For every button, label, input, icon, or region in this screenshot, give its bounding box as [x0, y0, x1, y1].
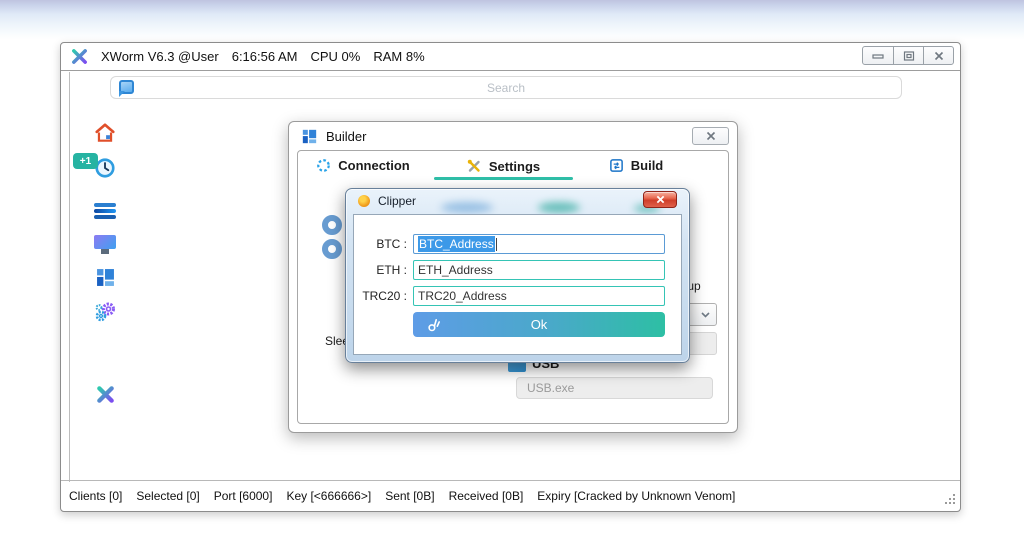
active-tab-underline	[434, 177, 573, 180]
close-icon	[934, 51, 944, 61]
monitor-icon	[94, 235, 116, 249]
toggle-ring-icon[interactable]	[322, 239, 342, 259]
tab-build[interactable]: Build	[576, 158, 696, 173]
glass-blur-blob	[538, 202, 580, 213]
app-title: XWorm V6.3 @User	[101, 49, 219, 64]
maximize-button[interactable]	[893, 47, 923, 64]
tab-settings[interactable]: Settings	[443, 158, 563, 174]
top-chrome-band	[0, 0, 1024, 40]
chevron-down-icon	[701, 312, 710, 318]
ram-readout: RAM 8%	[373, 49, 424, 64]
close-icon	[656, 195, 665, 204]
status-received: Received [0B]	[449, 489, 524, 503]
gears-icon	[94, 301, 116, 323]
toggle-ring-icon[interactable]	[322, 215, 342, 235]
sidebar-item-apps[interactable]	[92, 264, 118, 290]
builder-close-button[interactable]	[692, 127, 729, 145]
tiles-icon	[96, 268, 115, 287]
builder-title: Builder	[326, 129, 366, 144]
btc-address-input[interactable]: BTC_Address	[413, 234, 665, 254]
eth-address-input[interactable]	[413, 260, 665, 280]
status-clients: Clients [0]	[69, 489, 122, 503]
xworm-x-icon	[95, 384, 116, 405]
close-button[interactable]	[923, 47, 953, 64]
status-sent: Sent [0B]	[385, 489, 434, 503]
btc-label: BTC :	[356, 237, 407, 251]
ok-button-label: Ok	[531, 317, 548, 332]
screen: XWorm V6.3 @User 6:16:56 AM CPU 0% RAM 8…	[0, 0, 1024, 554]
status-port: Port [6000]	[214, 489, 273, 503]
clipper-app-icon	[358, 195, 370, 207]
trc20-label: TRC20 :	[356, 289, 407, 303]
search-bar	[110, 76, 902, 99]
tab-label: Build	[631, 158, 664, 173]
status-key: Key [<666666>]	[286, 489, 371, 503]
clipper-dialog: Clipper BTC : BTC_Address ETH : TRC20 :	[345, 188, 690, 363]
sidebar-item-home[interactable]	[92, 120, 118, 146]
minimize-icon	[872, 51, 884, 61]
eth-label: ETH :	[356, 263, 407, 277]
tab-connection[interactable]: Connection	[303, 158, 423, 173]
selected-text: BTC_Address	[418, 236, 495, 252]
tools-icon	[466, 158, 482, 174]
maximize-icon	[903, 51, 915, 61]
xworm-logo-icon	[71, 48, 88, 65]
tab-label: Connection	[338, 158, 410, 173]
minimize-button[interactable]	[863, 47, 893, 64]
trc20-address-input[interactable]	[413, 286, 665, 306]
clipper-close-button[interactable]	[643, 191, 677, 208]
status-selected: Selected [0]	[136, 489, 199, 503]
ok-button[interactable]: Ok	[413, 312, 665, 337]
resize-grip[interactable]	[943, 494, 955, 506]
glass-blur-blob	[441, 202, 493, 213]
clock-readout: 6:16:56 AM	[232, 49, 298, 64]
window-controls	[862, 46, 954, 65]
menu-bars-icon	[94, 203, 116, 219]
tab-label: Settings	[489, 159, 540, 174]
builder-titlebar: Builder	[289, 122, 737, 150]
search-input[interactable]	[110, 76, 902, 99]
usb-filename-input[interactable]	[516, 377, 713, 399]
dashed-circle-icon	[316, 158, 331, 173]
ok-hand-icon	[427, 317, 442, 332]
window-titlebar: XWorm V6.3 @User 6:16:56 AM CPU 0% RAM 8…	[61, 43, 960, 71]
clipper-title: Clipper	[378, 194, 416, 208]
xworm-main-window: XWorm V6.3 @User 6:16:56 AM CPU 0% RAM 8…	[60, 42, 961, 512]
sidebar-item-monitor[interactable]	[92, 229, 118, 255]
sidebar-item-automation[interactable]	[92, 299, 118, 325]
sidebar-brand-logo	[92, 381, 118, 407]
chat-bubble-icon	[119, 80, 134, 94]
sidebar-item-list[interactable]	[92, 198, 118, 224]
text-caret	[496, 238, 497, 251]
transfer-icon	[609, 158, 624, 173]
notification-badge: +1	[73, 153, 98, 169]
clipper-titlebar: Clipper	[358, 194, 416, 208]
sidebar-divider	[69, 72, 70, 482]
clipper-body: BTC : BTC_Address ETH : TRC20 : Ok	[353, 214, 682, 355]
home-icon	[94, 122, 116, 144]
cpu-readout: CPU 0%	[311, 49, 361, 64]
status-bar: Clients [0] Selected [0] Port [6000] Key…	[61, 480, 960, 511]
status-expiry: Expiry [Cracked by Unknown Venom]	[537, 489, 735, 503]
builder-tiles-icon	[302, 129, 317, 144]
close-icon	[706, 131, 716, 141]
